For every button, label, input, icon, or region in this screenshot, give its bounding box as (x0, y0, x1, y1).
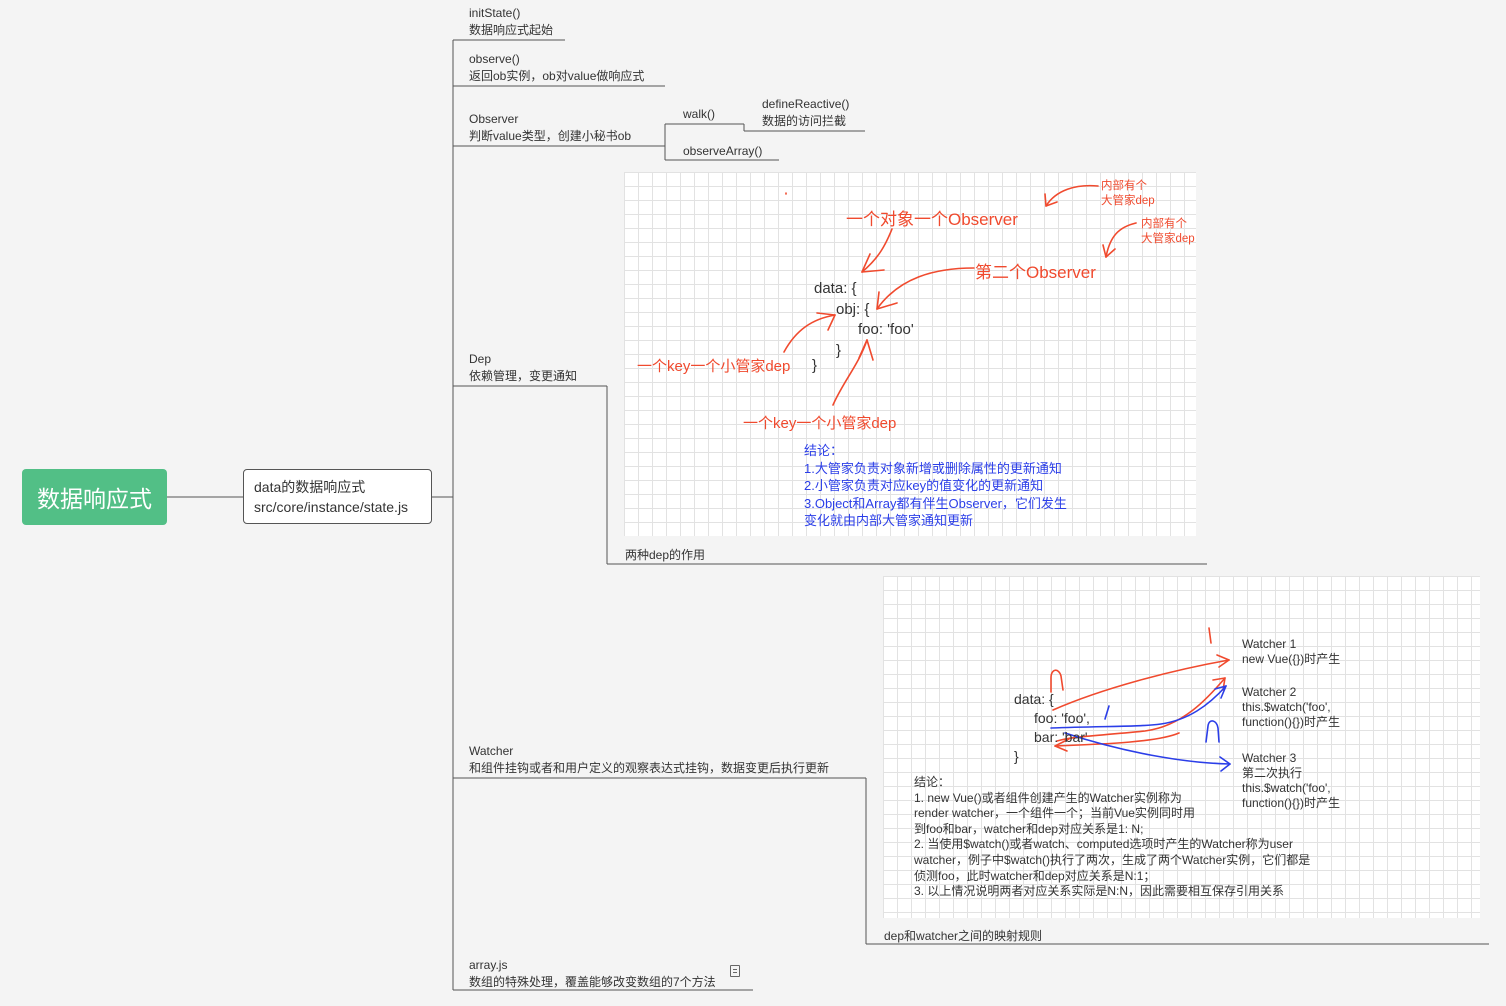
dep-image-caption-text: 两种dep的作用 (625, 548, 706, 562)
dep-conclusion-line: 2.小管家负责对应key的值变化的更新通知 (804, 478, 1044, 493)
annotation-inner-dep-1: 内部有个 大管家dep (1101, 179, 1155, 209)
node-dep-title: Dep (469, 352, 492, 366)
node-initstate-title: initState() (469, 6, 521, 20)
annotation-second-observer: 第二个Observer (975, 263, 1096, 282)
watcher-label-line: Watcher 1 (1242, 637, 1297, 651)
topic-state-js-path: src/core/instance/state.js (254, 499, 409, 515)
annotation-line: 大管家dep (1101, 195, 1155, 207)
topic-state-js-title: data的数据响应式 (254, 479, 366, 495)
watcher-conclusion-line: 3. 以上情况说明两者对应关系实际是N:N，因此需要相互保存引用关系 (914, 884, 1285, 899)
node-dep-desc: 依赖管理，变更通知 (469, 369, 578, 383)
watcher-code-line: data: { (1014, 691, 1054, 707)
watcher-label-line: new Vue({})时产生 (1242, 652, 1341, 666)
node-arrayjs-title: array.js (469, 958, 508, 972)
watcher-conclusion-line: 结论： (914, 775, 951, 789)
node-walk[interactable]: walk() (683, 106, 715, 123)
root-topic[interactable]: 数据响应式 (22, 469, 167, 525)
dep-code-line: data: { (814, 280, 857, 297)
node-observer-title: Observer (469, 112, 519, 126)
watcher-conclusion-line: render watcher，一个组件一个；当前Vue实例同时用 (914, 806, 1195, 821)
annotation-key-dep-1: 一个key一个小管家dep (637, 358, 791, 375)
dep-conclusion-line: 3.Object和Array都有伴生Observer，它们发生 (804, 495, 1067, 511)
watcher-label-line: function(){})时产生 (1242, 715, 1341, 729)
node-definereactive-desc: 数据的访问拦截 (762, 114, 847, 128)
watcher-image-caption[interactable]: dep和watcher之间的映射规则 (884, 928, 1042, 945)
annotation-line: 内部有个 (1101, 180, 1147, 192)
dep-conclusion-line: 1.大管家负责对象新增或删除属性的更新通知 (804, 460, 1062, 476)
annotation-line: 内部有个 (1141, 218, 1187, 230)
note-icon[interactable] (730, 965, 740, 977)
watcher-1-label: Watcher 1 new Vue({})时产生 (1242, 637, 1340, 667)
dep-code-line: foo: 'foo' (858, 321, 914, 338)
node-initstate[interactable]: initState() 数据响应式起始 (469, 5, 553, 39)
node-observearray-title: observeArray() (683, 144, 763, 158)
node-dep[interactable]: Dep 依赖管理，变更通知 (469, 351, 577, 385)
watcher-conclusion-line: 2. 当使用$watch()或者watch、computed选项时产生的Watc… (914, 837, 1293, 852)
watcher-conclusion-line: 1. new Vue()或者组件创建产生的Watcher实例称为 (914, 790, 1182, 805)
watcher-code-line: foo: 'foo', (1034, 710, 1090, 726)
watcher-label-line: Watcher 3 (1242, 751, 1297, 765)
node-observe[interactable]: observe() 返回ob实例，ob对value做响应式 (469, 51, 644, 85)
watcher-conclusion: 结论： 1. new Vue()或者组件创建产生的Watcher实例称为 ren… (914, 775, 1310, 900)
dep-image-caption[interactable]: 两种dep的作用 (625, 547, 705, 564)
node-definereactive-title: defineReactive() (762, 97, 850, 111)
node-initstate-desc: 数据响应式起始 (469, 23, 554, 37)
dep-code-line: } (812, 357, 818, 374)
watcher-label-line: Watcher 2 (1242, 685, 1297, 699)
node-definereactive[interactable]: defineReactive() 数据的访问拦截 (762, 96, 849, 130)
node-watcher[interactable]: Watcher 和组件挂钩或者和用户定义的观察表达式挂钩，数据变更后执行更新 (469, 743, 829, 777)
annotation-object-observer: 一个对象一个Observer (846, 210, 1018, 229)
node-watcher-title: Watcher (469, 744, 514, 758)
dep-code-line: obj: { (836, 300, 870, 318)
watcher-conclusion-line: watcher，例子中$watch()执行了两次，生成了两个Watcher实例，… (914, 852, 1311, 867)
watcher-code-block: data: { foo: 'foo', bar: 'bar' } (1014, 690, 1090, 766)
node-arrayjs-desc: 数组的特殊处理，覆盖能够改变数组的7个方法 (469, 975, 716, 989)
watcher-code-line: bar: 'bar' (1034, 729, 1088, 745)
annotation-key-dep-2: 一个key一个小管家dep (743, 415, 897, 432)
node-observer[interactable]: Observer 判断value类型，创建小秘书ob (469, 111, 631, 145)
node-observearray[interactable]: observeArray() (683, 143, 762, 160)
watcher-conclusion-line: 侦测foo，此时watcher和dep对应关系是N:1； (914, 868, 1156, 883)
node-watcher-desc: 和组件挂钩或者和用户定义的观察表达式挂钩，数据变更后执行更新 (469, 761, 830, 775)
dep-code-block: data: { obj: { foo: 'foo' } (814, 279, 914, 361)
watcher-2-label: Watcher 2 this.$watch('foo', function(){… (1242, 685, 1340, 730)
watcher-code-line: } (1014, 748, 1019, 764)
dep-code-line: } (836, 341, 842, 359)
topic-state-js[interactable]: data的数据响应式 src/core/instance/state.js (243, 469, 432, 524)
annotation-line: 大管家dep (1141, 233, 1195, 245)
watcher-image-caption-text: dep和watcher之间的映射规则 (884, 929, 1043, 943)
watcher-label-line: this.$watch('foo', (1242, 700, 1331, 714)
annotation-inner-dep-2: 内部有个 大管家dep (1141, 217, 1195, 247)
dep-conclusion: 结论： 1.大管家负责对象新增或删除属性的更新通知 2.小管家负责对应key的值… (804, 442, 1067, 530)
node-arrayjs[interactable]: array.js 数组的特殊处理，覆盖能够改变数组的7个方法 (469, 957, 716, 991)
dep-illustration: data: { obj: { foo: 'foo' } } 一个对象一个Obse… (624, 172, 1196, 536)
node-walk-title: walk() (683, 107, 715, 121)
node-observer-desc: 判断value类型，创建小秘书ob (469, 129, 632, 143)
watcher-illustration: data: { foo: 'foo', bar: 'bar' } Watcher… (883, 576, 1480, 918)
dep-conclusion-line: 变化就由内部大管家通知更新 (804, 513, 974, 528)
node-observe-title: observe() (469, 52, 520, 66)
watcher-conclusion-line: 到foo和bar，watcher和dep对应关系是1: N; (914, 821, 1144, 836)
node-observe-desc: 返回ob实例，ob对value做响应式 (469, 69, 645, 83)
dep-conclusion-line: 结论： (804, 443, 844, 458)
